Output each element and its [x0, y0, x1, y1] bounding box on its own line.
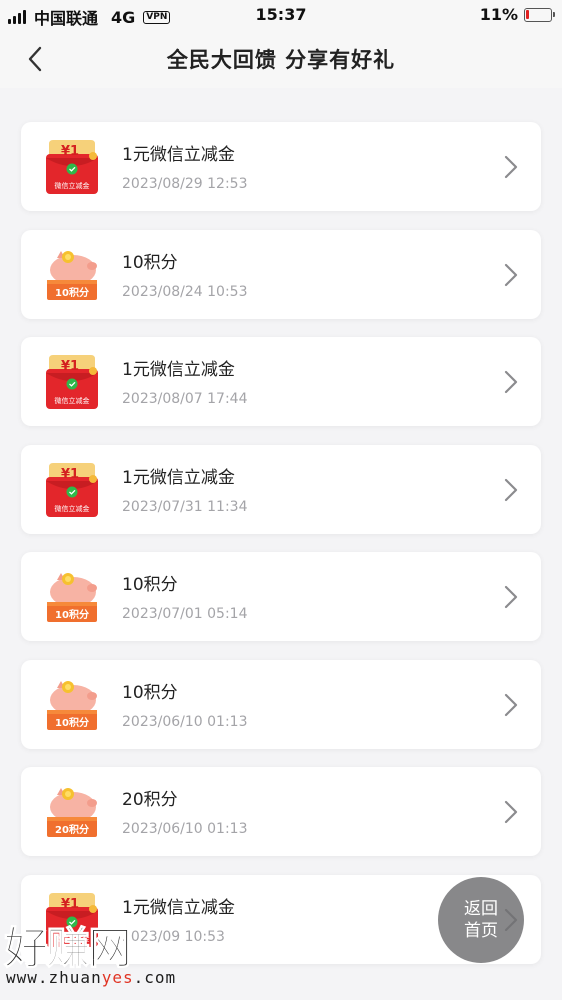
home-button-line1: 返回 — [464, 899, 498, 919]
battery-percent: 11% — [479, 5, 518, 24]
watermark-brand: 好赚网 — [4, 923, 133, 975]
piggy-bank-icon: 10积分 — [47, 680, 97, 730]
reward-title: 20积分 — [122, 790, 178, 810]
chevron-right-icon — [504, 370, 518, 394]
reward-title: 10积分 — [122, 682, 178, 703]
envelope-amount: ¥1 — [61, 144, 79, 159]
points-label: 20积分 — [55, 823, 89, 836]
watermark-url: www.zhuanyes.com — [6, 968, 176, 987]
reward-title: 1元微信立减金 — [122, 467, 235, 488]
reward-time: 2023/07/01 05:14 — [122, 606, 248, 622]
piggy-bank-icon: 10积分 — [47, 250, 97, 300]
reward-time: 2023/08/29 12:53 — [122, 176, 248, 192]
envelope-amount: ¥1 — [61, 897, 79, 912]
points-label: 10积分 — [55, 716, 89, 729]
watermark-url-suffix: .com — [133, 968, 177, 987]
reward-card[interactable]: 10积分 10积分 2023/07/01 05:14 — [21, 552, 541, 641]
envelope-label: 微信立减金 — [55, 181, 90, 190]
reward-time: 2023/06/10 01:13 — [122, 713, 248, 730]
battery-level — [526, 9, 529, 19]
points-label: 10积分 — [55, 286, 89, 299]
reward-time: 2023/08/24 10:53 — [122, 283, 248, 300]
battery-icon — [524, 7, 555, 22]
watermark: 好赚网 www.zhuanyes.com — [2, 912, 202, 996]
envelope-label: 微信立减金 — [55, 396, 90, 405]
piggy-bank-icon: 20积分 — [47, 788, 97, 837]
chevron-left-icon — [28, 46, 42, 72]
red-envelope-icon: ¥1 微信立减金 — [46, 355, 98, 409]
envelope-label: 微信立减金 — [55, 504, 90, 513]
page-title: 全民大回馈 分享有好礼 — [166, 48, 396, 72]
nav-header: 全民大回馈 分享有好礼 — [0, 30, 562, 88]
status-time: 15:37 — [255, 5, 307, 24]
status-right: 11% — [479, 5, 555, 24]
red-envelope-icon: ¥1 微信立减金 — [46, 462, 98, 517]
home-button[interactable]: 返回 首页 — [438, 877, 524, 963]
envelope-amount: ¥1 — [61, 359, 79, 374]
reward-title: 10积分 — [122, 252, 178, 273]
home-button-line2: 首页 — [464, 921, 498, 941]
reward-time: 2023/08/07 17:44 — [122, 391, 248, 407]
reward-title: 1元微信立减金 — [122, 360, 235, 380]
status-bar: 中国联通 4G VPN 15:37 11% — [0, 0, 562, 30]
reward-card[interactable]: 10积分 10积分 2023/06/10 01:13 — [21, 659, 541, 749]
watermark-url-prefix: www.zhuan — [6, 968, 102, 987]
envelope-amount: ¥1 — [61, 467, 79, 482]
chevron-right-icon — [504, 585, 518, 609]
points-label: 10积分 — [55, 608, 89, 621]
reward-title: 1元微信立减金 — [122, 145, 235, 165]
reward-card[interactable]: 10积分 10积分 2023/08/24 10:53 — [21, 229, 541, 319]
reward-card[interactable]: 20积分 20积分 2023/06/10 01:13 — [21, 767, 541, 856]
red-envelope-icon: ¥1 微信立减金 — [46, 140, 98, 194]
reward-card[interactable]: ¥1 微信立减金 1元微信立减金 2023/08/07 17:44 — [21, 337, 541, 426]
back-button[interactable] — [20, 42, 54, 76]
reward-card[interactable]: ¥1 微信立减金 1元微信立减金 2023/08/29 12:53 — [21, 122, 541, 211]
reward-time: 2023/06/10 01:13 — [122, 821, 248, 837]
reward-time: 2023/07/31 11:34 — [122, 498, 248, 515]
chevron-right-icon — [504, 693, 518, 716]
chevron-right-icon — [504, 155, 518, 179]
watermark-url-highlight: yes — [101, 968, 134, 987]
chevron-right-icon — [504, 800, 518, 824]
reward-card[interactable]: ¥1 微信立减金 1元微信立减金 2023/07/31 11:34 — [21, 444, 541, 534]
reward-title: 10积分 — [122, 575, 178, 595]
chevron-right-icon — [504, 263, 518, 286]
reward-list: ¥1 微信立减金 1元微信立减金 2023/08/29 12:53 10积分 1… — [21, 122, 541, 982]
piggy-bank-icon: 10积分 — [47, 573, 97, 622]
chevron-right-icon — [504, 478, 518, 501]
